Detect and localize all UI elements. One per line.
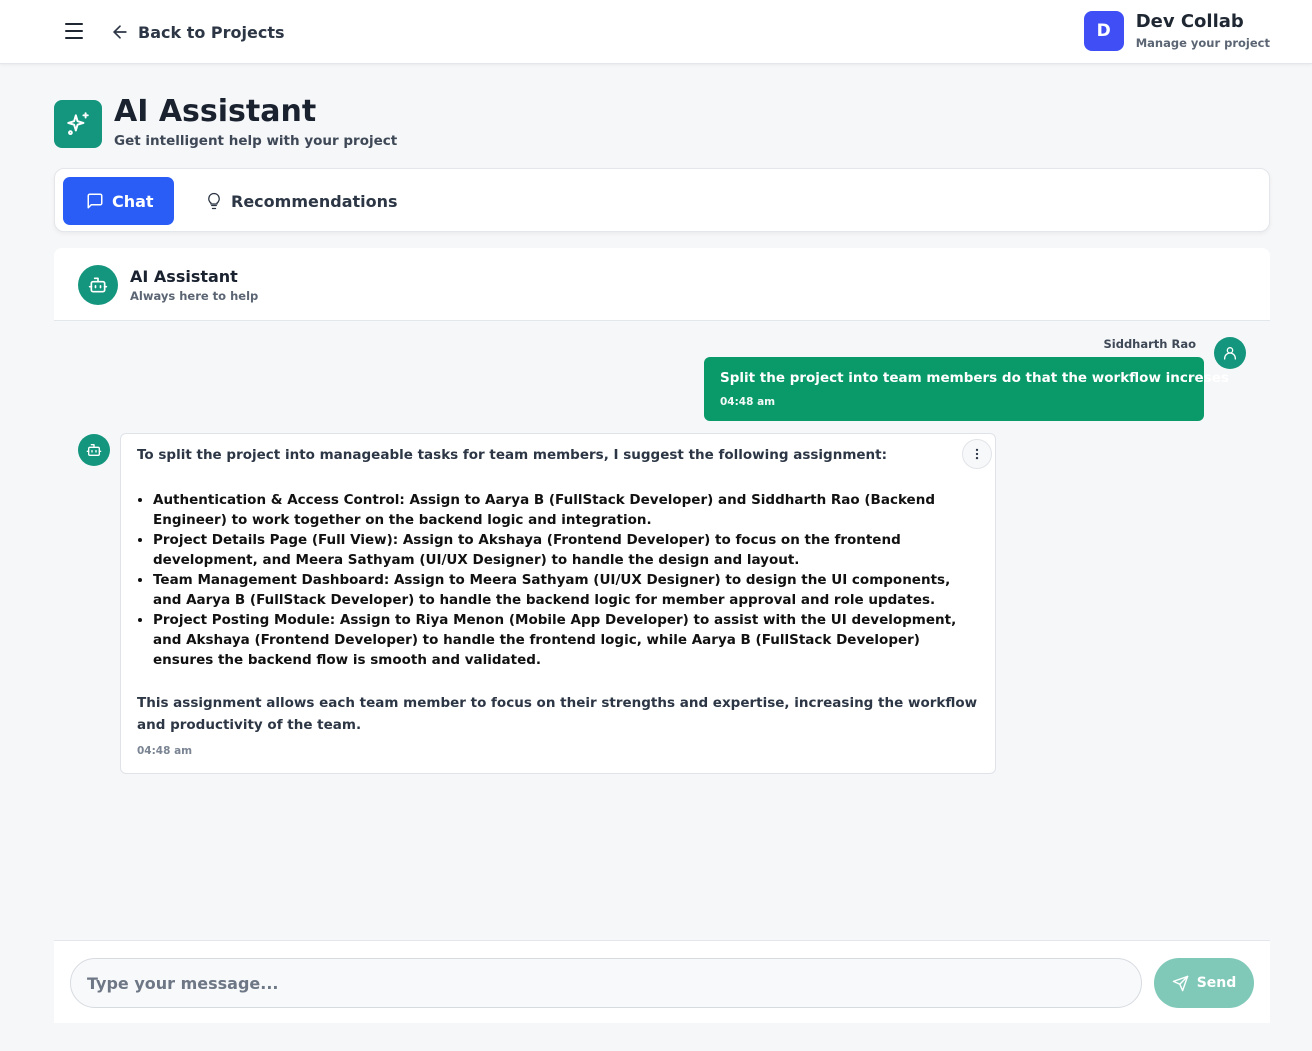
list-item: Authentication & Access Control: Assign … [153,490,979,530]
menu-button[interactable] [62,20,86,42]
message-composer: Send [54,940,1270,1023]
message-input[interactable] [70,958,1142,1008]
list-item: Team Management Dashboard: Assign to Mee… [153,570,979,610]
chat-title: AI Assistant [130,267,238,286]
page-subtitle: Get intelligent help with your project [114,133,398,149]
tab-bar: Chat Recommendations [54,168,1270,232]
hamburger-icon-line [65,37,83,39]
list-item: Project Posting Module: Assign to Riya M… [153,610,979,670]
page-title: AI Assistant [114,94,317,129]
bot-message-intro: To split the project into manageable tas… [137,447,888,463]
chat-header: AI Assistant Always here to help [54,248,1270,321]
sparkles-icon-badge [54,100,102,148]
list-item: Project Details Page (Full View): Assign… [153,530,979,570]
tab-chat[interactable]: Chat [63,177,174,225]
arrow-left-icon [113,25,127,39]
assignment-list: Authentication & Access Control: Assign … [137,490,979,670]
tab-recommendations-label: Recommendations [231,191,398,211]
user-avatar [1214,337,1246,369]
message-square-icon [87,193,103,209]
chat-subtitle: Always here to help [130,289,259,303]
bot-message-time: 04:48 am [137,745,193,757]
user-message-time: 04:48 am [720,396,776,408]
tab-recommendations[interactable]: Recommendations [205,177,398,225]
chat-panel: AI Assistant Always here to help Siddhar… [54,248,1270,1023]
back-to-projects-link[interactable]: Back to Projects [110,20,285,44]
bot-icon [86,444,102,456]
bot-message-bubble: To split the project into manageable tas… [120,433,996,774]
hamburger-icon-line [65,30,83,32]
bot-message-avatar [78,434,110,466]
tab-chat-label: Chat [112,191,154,211]
brand-avatar: D [1083,11,1124,51]
send-button[interactable]: Send [1154,958,1254,1008]
send-icon [1172,975,1188,991]
send-button-label: Send [1196,975,1237,991]
top-bar: Back to Projects D Dev Collab Manage you… [0,0,1312,64]
bot-avatar [78,265,118,305]
message-sender-name: Siddharth Rao [1103,337,1196,351]
bot-message-outro: This assignment allows each team member … [137,695,978,733]
user-message-bubble: Split the project into team members do t… [704,357,1229,421]
back-to-projects-label: Back to Projects [138,22,285,42]
brand-subtitle: Manage your project [1135,36,1270,50]
brand: D Dev Collab Manage your project [1083,11,1270,51]
more-vertical-icon [975,448,979,460]
lightbulb-icon [208,192,220,210]
hamburger-icon [65,23,83,25]
user-icon [1224,347,1236,360]
brand-name: Dev Collab [1135,11,1244,32]
user-message-text: Split the project into team members do t… [720,370,1229,386]
sparkles-icon [67,112,89,136]
bot-icon [88,277,108,293]
message-options-button[interactable] [962,439,992,469]
